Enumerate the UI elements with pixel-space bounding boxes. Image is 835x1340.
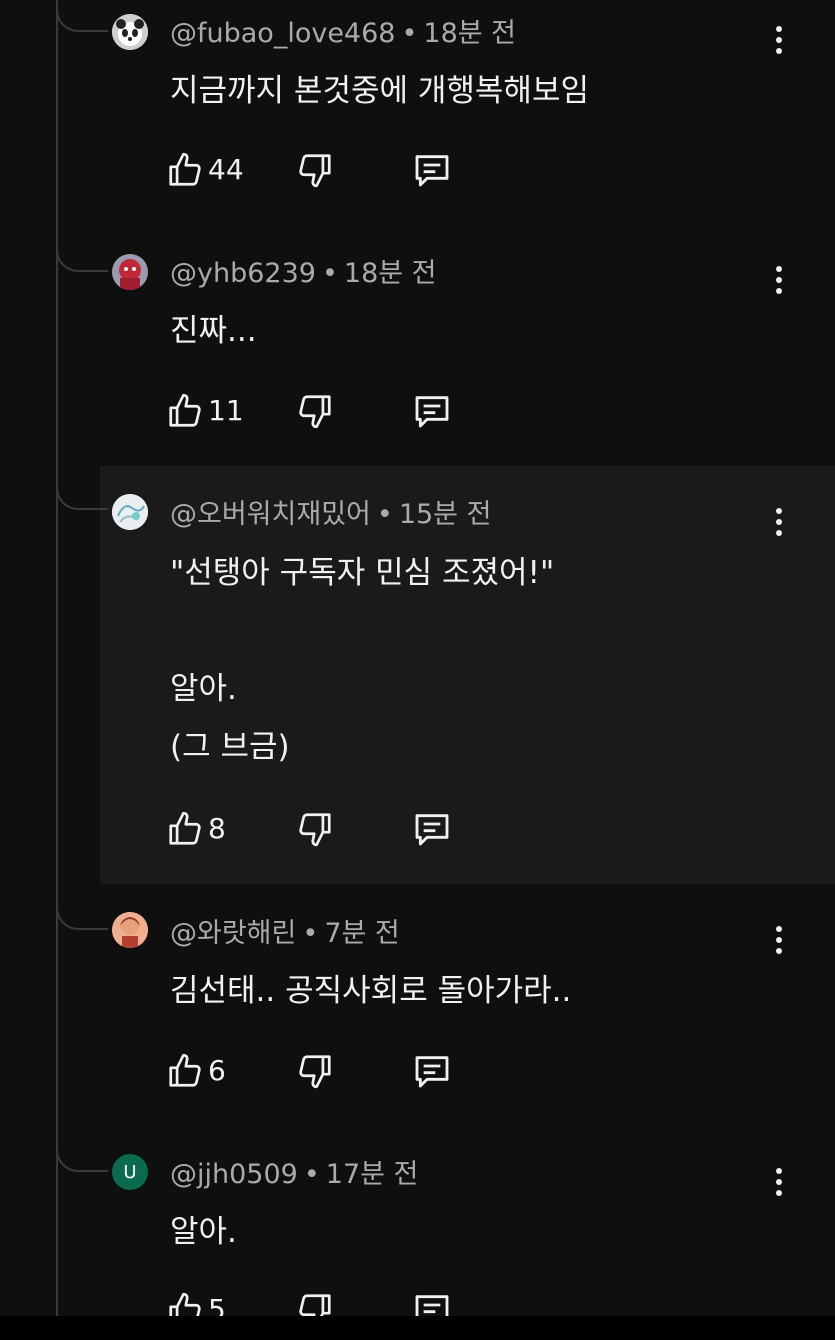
author-handle[interactable]: @jjh0509	[170, 1159, 298, 1190]
reply-button[interactable]	[412, 1051, 452, 1091]
reply-button[interactable]	[412, 150, 452, 190]
reply-comment: U @jjh0509 • 17분 전 알아. 5	[0, 1140, 835, 1316]
comment-text: 김선태.. 공직사회로 돌아가라..	[170, 973, 572, 1009]
reply-comment-icon	[415, 1056, 449, 1088]
bottom-black-bar	[0, 1316, 835, 1340]
comment-meta: @오버워치재밌어 • 15분 전	[170, 499, 492, 530]
reply-comment-icon	[415, 814, 449, 846]
dislike-button[interactable]	[296, 150, 334, 190]
comment-meta: @yhb6239 • 18분 전	[170, 258, 437, 289]
thread-connector	[56, 248, 108, 272]
like-count: 11	[208, 394, 244, 427]
reply-button[interactable]	[412, 391, 452, 431]
like-count: 8	[208, 812, 226, 845]
comment-meta: @jjh0509 • 17분 전	[170, 1159, 419, 1190]
comment-time: 17분 전	[325, 1159, 419, 1190]
like-button[interactable]: 5	[166, 1290, 226, 1316]
author-handle[interactable]: @와랏해린	[170, 918, 296, 949]
comment-text: 지금까지 본것중에 개행복해보임	[170, 73, 589, 109]
comment-meta: @fubao_love468 • 18분 전	[170, 18, 517, 49]
comment-actions: 44	[166, 150, 486, 190]
comment-time: 18분 전	[343, 258, 437, 289]
comment-actions: 8	[166, 809, 486, 849]
comment-actions: 6	[166, 1051, 486, 1091]
more-options-icon[interactable]	[770, 1164, 788, 1200]
like-count: 44	[208, 153, 244, 186]
more-options-icon[interactable]	[770, 22, 788, 58]
reply-comment-icon	[415, 155, 449, 187]
reply-button[interactable]	[412, 1290, 452, 1316]
like-button[interactable]: 44	[166, 150, 244, 190]
thumbs-up-icon	[169, 811, 201, 845]
more-options-icon[interactable]	[770, 504, 788, 540]
author-handle[interactable]: @오버워치재밌어	[170, 499, 371, 530]
thumbs-down-icon	[299, 395, 331, 429]
sketch-avatar[interactable]	[112, 494, 148, 530]
comment-meta: @와랏해린 • 7분 전	[170, 918, 400, 949]
author-handle[interactable]: @yhb6239	[170, 258, 316, 289]
avatar-letter: U	[123, 1161, 137, 1183]
thumbs-up-icon	[169, 1292, 201, 1316]
like-button[interactable]: 11	[166, 391, 244, 431]
comment-actions: 5	[166, 1290, 486, 1316]
reply-comment-icon	[415, 396, 449, 428]
like-count: 5	[208, 1293, 226, 1316]
reply-button[interactable]	[412, 809, 452, 849]
thumbs-down-icon	[299, 1294, 331, 1316]
thumbs-up-icon	[169, 393, 201, 427]
thread-connector	[56, 906, 108, 930]
like-button[interactable]: 8	[166, 809, 226, 849]
reply-comment-highlighted: @오버워치재밌어 • 15분 전 "선탱아 구독자 민심 조졌어!" 알아. (그 …	[0, 466, 835, 884]
thumbs-up-icon	[169, 152, 201, 186]
red-character-avatar[interactable]	[112, 254, 148, 290]
thumbs-down-icon	[299, 154, 331, 188]
more-options-icon[interactable]	[770, 262, 788, 298]
comment-text: "선탱아 구독자 민심 조졌어!" 알아. (그 브금)	[170, 555, 555, 765]
thumbs-up-icon	[169, 1053, 201, 1087]
thumbs-down-icon	[299, 813, 331, 847]
dislike-button[interactable]	[296, 809, 334, 849]
reply-comment: @fubao_love468 • 18분 전 지금까지 본것중에 개행복해보임 44	[0, 0, 835, 240]
panda-avatar[interactable]	[112, 14, 148, 50]
thumbs-down-icon	[299, 1055, 331, 1089]
comment-actions: 11	[166, 391, 486, 431]
reply-comment: @와랏해린 • 7분 전 김선태.. 공직사회로 돌아가라.. 6	[0, 900, 835, 1140]
comment-time: 18분 전	[423, 18, 517, 49]
thread-connector	[56, 486, 108, 510]
like-count: 6	[208, 1054, 226, 1087]
author-handle[interactable]: @fubao_love468	[170, 18, 395, 49]
letter-avatar[interactable]: U	[112, 1154, 148, 1190]
dislike-button[interactable]	[296, 1290, 334, 1316]
more-options-icon[interactable]	[770, 922, 788, 958]
thread-connector	[56, 1148, 108, 1172]
comment-time: 7분 전	[324, 918, 400, 949]
dislike-button[interactable]	[296, 1051, 334, 1091]
reply-comment-icon	[415, 1295, 449, 1316]
comment-replies-page: @fubao_love468 • 18분 전 지금까지 본것중에 개행복해보임 44	[0, 0, 835, 1340]
like-button[interactable]: 6	[166, 1051, 226, 1091]
dislike-button[interactable]	[296, 391, 334, 431]
person-avatar[interactable]	[112, 912, 148, 948]
thread-connector	[56, 8, 108, 32]
comment-time: 15분 전	[398, 499, 492, 530]
comment-text: 진짜...	[170, 313, 257, 349]
comment-text: 알아.	[170, 1214, 237, 1250]
reply-comment: @yhb6239 • 18분 전 진짜... 11	[0, 240, 835, 466]
